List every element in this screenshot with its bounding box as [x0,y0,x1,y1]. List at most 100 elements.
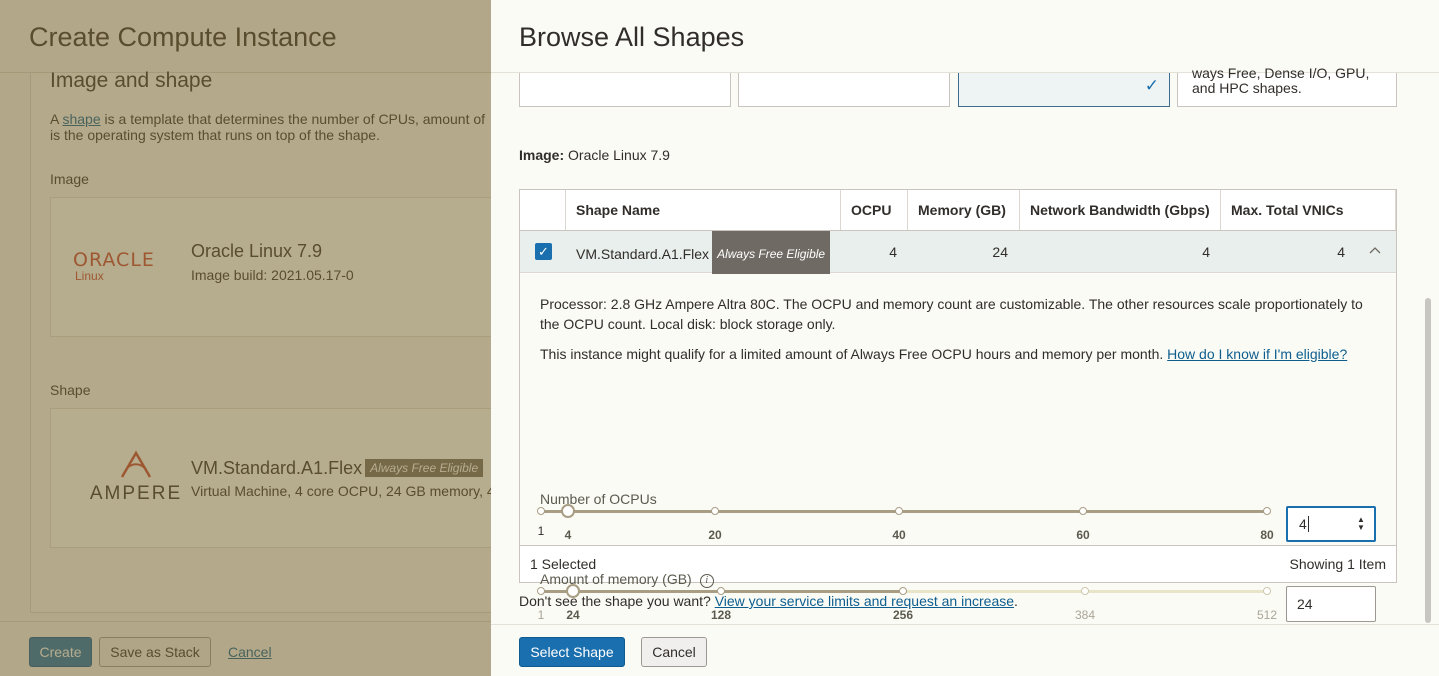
row-network: 4 [1202,244,1210,260]
ocpu-tick-label: 80 [1260,528,1274,542]
cancel-link[interactable]: Cancel [228,644,272,660]
always-free-text: This instance might qualify for a limite… [540,346,1168,362]
image-label: Image: [519,147,565,163]
ocpu-track-fill[interactable] [541,510,1267,513]
series-card-desc: ways Free, Dense I/O, GPU, and HPC shape… [1192,66,1369,96]
shape-link[interactable]: shape [62,111,100,127]
processor-line1: Processor: 2.8 GHz Ampere Altra 80C. The… [540,296,1363,312]
item-count: Showing 1 Item [1289,556,1387,572]
col-network-bandwidth[interactable]: Network Bandwidth (Gbps) [1020,190,1221,230]
ocpu-slider-label: Number of OCPUs [540,491,657,507]
ocpu-tick-label: 20 [708,528,722,542]
logo-text-oracle: ORACLE [73,249,155,271]
memory-tick-label: 128 [710,608,732,622]
series-card-3[interactable]: ✓ [958,73,1170,107]
info-icon[interactable]: i [699,574,714,588]
image-build: Image build: 2021.05.17-0 [191,267,354,283]
image-label: Image [50,171,89,187]
memory-tick-label: 24 [566,608,580,622]
always-free-info: This instance might qualify for a limite… [540,344,1347,364]
col-shape-name[interactable]: Shape Name [566,190,841,230]
row-shape-name: VM.Standard.A1.Flex [576,246,710,262]
series-card-desc-line2: and HPC shapes. [1192,80,1302,96]
row-shape-name-cell: VM.Standard.A1.Flex Always Free Eligible [576,231,831,277]
row-ocpu: 4 [889,244,897,260]
ocpu-input[interactable]: 4 ▲ ▼ [1286,506,1376,542]
ocpu-tick-label: 4 [564,528,572,542]
drawer-cancel-button[interactable]: Cancel [641,637,707,667]
chevron-up-icon[interactable] [1369,245,1381,257]
row-memory: 24 [992,244,1008,260]
ocpu-tick-label: 1 [537,524,545,538]
limits-end: . [1014,593,1018,609]
service-limits-text: Don't see the shape you want? View your … [519,593,1018,609]
desc-pre: A [50,111,63,127]
col-ocpu[interactable]: OCPU [841,190,908,230]
memory-tick [1081,587,1089,595]
ocpu-tick-label: 40 [892,528,906,542]
service-limits-link[interactable]: View your service limits and request an … [715,593,1014,609]
section-description: A shape is a template that determines th… [50,111,491,143]
memory-tick [1263,587,1271,595]
col-memory[interactable]: Memory (GB) [908,190,1020,230]
desc-post: is a template that determines the number… [100,111,486,127]
image-name: Oracle Linux 7.9 [191,241,323,261]
limits-text: Don't see the shape you want? [519,593,715,609]
stepper-icon[interactable]: ▲ ▼ [1356,516,1366,532]
series-card-1[interactable] [519,73,731,107]
select-shape-button[interactable]: Select Shape [519,637,625,667]
shape-desc: Virtual Machine, 4 core OCPU, 24 GB memo… [191,483,491,499]
checkmark-icon: ✓ [1144,76,1159,95]
ocpu-tick [537,507,545,515]
memory-input-value: 24 [1297,596,1313,612]
create-instance-page: Create Compute Instance Image and shape … [0,0,491,676]
memory-tick-label: 384 [1074,608,1096,622]
memory-tick-label: 512 [1256,608,1278,622]
logo-text-linux: Linux [75,269,104,283]
shapes-table: Shape Name OCPU Memory (GB) Network Band… [519,189,1397,622]
always-free-badge: Always Free Eligible [365,459,484,477]
desc-line2: is the operating system that runs on top… [50,127,380,143]
ampere-mark-icon [120,450,152,478]
row-checkbox[interactable]: ✓ [535,243,552,260]
drawer-title: Browse All Shapes [519,22,745,52]
series-card-desc-line1: ways Free, Dense I/O, GPU, [1192,65,1370,81]
series-card-2[interactable] [738,73,950,107]
image-card: ORACLE Linux Oracle Linux 7.9 Image buil… [50,197,491,337]
processor-line2: the OCPU count. Local disk: block storag… [540,316,836,332]
create-button[interactable]: Create [29,637,92,667]
ocpu-tick [895,507,903,515]
memory-tick-label: 1 [537,608,545,622]
logo-text-ampere: AMPERE [89,483,183,504]
selected-image: Image: Oracle Linux 7.9 [519,147,670,163]
save-as-stack-button[interactable]: Save as Stack [99,637,211,667]
ocpu-slider-thumb[interactable] [561,504,575,518]
memory-slider-label: Amount of memory (GB) i [540,571,714,588]
ocpu-tick [1263,507,1271,515]
row-vnics: 4 [1337,244,1345,260]
ocpu-tick [711,507,719,515]
processor-info: Processor: 2.8 GHz Ampere Altra 80C. The… [540,294,1380,334]
row-details: Processor: 2.8 GHz Ampere Altra 80C. The… [520,274,1396,622]
drawer-scrollbar[interactable] [1425,298,1431,623]
memory-input[interactable]: 24 [1286,586,1376,622]
page-title: Create Compute Instance [29,22,337,52]
ocpu-input-value: 4 [1299,516,1307,532]
always-free-badge: Always Free Eligible [712,231,831,277]
drawer-footer: Select Shape Cancel [491,624,1439,676]
ocpu-tick-label: 60 [1076,528,1090,542]
table-row[interactable]: ✓ VM.Standard.A1.Flex Always Free Eligibl… [520,231,1396,277]
shape-name-line: VM.Standard.A1.Flex Always Free Eligible [191,458,484,479]
memory-slider-label-text: Amount of memory (GB) [540,571,692,587]
section-title: Image and shape [50,69,213,92]
page-footer: Create Save as Stack Cancel [0,621,491,676]
col-max-vnics[interactable]: Max. Total VNICs [1221,190,1396,230]
oracle-linux-logo: ORACLE Linux [73,249,173,284]
shape-card: AMPERE VM.Standard.A1.Flex Always Free El… [50,408,491,548]
shape-name: VM.Standard.A1.Flex [191,458,363,478]
selected-count: 1 Selected [530,556,597,572]
series-card-specialty[interactable]: ways Free, Dense I/O, GPU, and HPC shape… [1177,66,1397,107]
eligibility-link[interactable]: How do I know if I'm eligible? [1167,346,1347,362]
ampere-logo: AMPERE [81,449,191,504]
memory-tick-label: 256 [892,608,914,622]
